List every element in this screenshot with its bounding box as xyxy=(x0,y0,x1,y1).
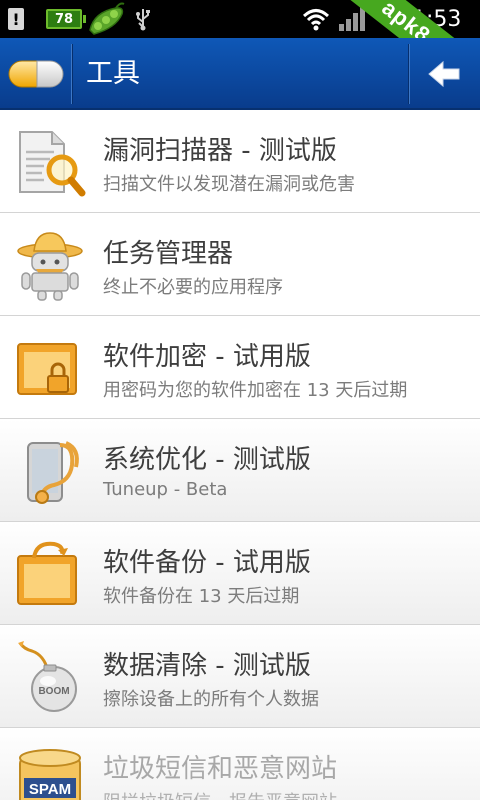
folder-backup-icon xyxy=(17,541,77,605)
spam-can-icon: SPAM xyxy=(19,749,81,800)
peas-icon xyxy=(86,0,126,38)
battery-icon: 78 xyxy=(46,0,86,38)
app-logo-button[interactable] xyxy=(0,38,72,110)
tool-title: 垃圾短信和恶意网站 xyxy=(103,754,338,784)
usb-icon xyxy=(134,0,152,38)
alert-icon: ! xyxy=(8,0,24,38)
tool-item-software-backup[interactable]: 软件备份 - 试用版 软件备份在 13 天后过期 xyxy=(0,522,480,625)
document-magnifier-icon xyxy=(19,131,86,197)
tool-item-vulnerability-scanner[interactable]: 漏洞扫描器 - 测试版 扫描文件以发现潜在漏洞或危害 xyxy=(0,110,480,213)
tool-subtitle: 阻拦垃圾短信，报告恶意网站 xyxy=(103,788,337,800)
spam-label: SPAM xyxy=(29,781,71,798)
phone-stethoscope-icon xyxy=(27,441,79,504)
back-button[interactable] xyxy=(408,38,480,110)
tool-item-system-optimization[interactable]: 系统优化 - 测试版 Tuneup - Beta xyxy=(0,419,480,522)
tool-title: 软件加密 - 试用版 xyxy=(103,342,311,372)
tool-item-task-manager[interactable]: 任务管理器 终止不必要的应用程序 xyxy=(0,213,480,316)
tool-subtitle: Tuneup - Beta xyxy=(103,479,228,500)
tool-subtitle: 软件备份在 13 天后过期 xyxy=(103,586,300,607)
back-arrow-icon xyxy=(428,60,460,88)
wifi-icon xyxy=(302,0,330,38)
capsule-icon xyxy=(8,60,64,88)
tool-subtitle: 擦除设备上的所有个人数据 xyxy=(103,689,319,710)
tool-list: 漏洞扫描器 - 测试版 扫描文件以发现潜在漏洞或危害 任务管理器 终止不必要的应… xyxy=(0,110,480,800)
battery-level: 78 xyxy=(46,9,82,29)
tool-title: 系统优化 - 测试版 xyxy=(103,445,311,475)
tool-title: 数据清除 - 测试版 xyxy=(103,651,311,681)
tool-item-spam-blocker[interactable]: SPAM 垃圾短信和恶意网站 阻拦垃圾短信，报告恶意网站 xyxy=(0,728,480,800)
tool-subtitle: 终止不必要的应用程序 xyxy=(103,277,283,298)
tool-title: 软件备份 - 试用版 xyxy=(103,548,311,578)
tool-subtitle: 用密码为您的软件加密在 13 天后过期 xyxy=(103,380,408,401)
tool-title: 任务管理器 xyxy=(103,239,234,269)
tool-title: 漏洞扫描器 - 测试版 xyxy=(103,136,337,166)
app-header: 工具 xyxy=(0,38,480,110)
folder-lock-icon xyxy=(17,343,77,395)
tool-item-software-encryption[interactable]: 软件加密 - 试用版 用密码为您的软件加密在 13 天后过期 xyxy=(0,316,480,419)
tool-subtitle: 扫描文件以发现潜在漏洞或危害 xyxy=(103,174,355,195)
robot-cowboy-icon xyxy=(17,232,83,301)
boom-bomb-icon: BOOM xyxy=(18,641,77,712)
boom-label: BOOM xyxy=(38,686,69,697)
page-title: 工具 xyxy=(86,58,140,89)
tool-item-data-wipe[interactable]: BOOM 数据清除 - 测试版 擦除设备上的所有个人数据 xyxy=(0,625,480,728)
